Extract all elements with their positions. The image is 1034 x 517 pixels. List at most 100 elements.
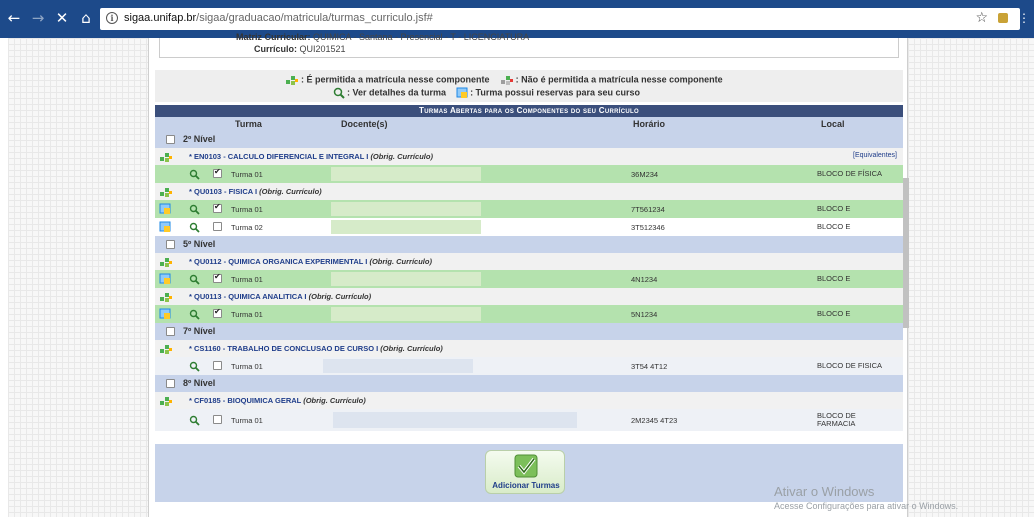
- header-horario: Horário: [633, 119, 666, 129]
- turma-horario: 5N1234: [631, 310, 658, 319]
- legend: : É permitida a matrícula nesse componen…: [155, 70, 903, 102]
- allowed-enroll-icon: [160, 153, 172, 162]
- turma-local: BLOCO E: [817, 222, 851, 231]
- allowed-enroll-icon: [160, 397, 172, 406]
- turma-local: BLOCO DE FARMACIA: [817, 411, 856, 428]
- equivalentes-link[interactable]: [Equivalentes]: [853, 152, 897, 159]
- turma-checkbox[interactable]: [213, 202, 222, 213]
- main-content: Matriz Curricular: QUIMICA - Santana - P…: [148, 32, 909, 517]
- curriculo-label: Currículo:: [254, 44, 298, 54]
- legend-allowed: : É permitida a matrícula nesse componen…: [301, 74, 490, 85]
- turma-checkbox[interactable]: [213, 361, 222, 370]
- view-details-icon[interactable]: [189, 361, 200, 372]
- extension-icon[interactable]: [998, 13, 1008, 23]
- level-label: 5º Nível: [183, 239, 216, 249]
- turma-row: Turma 01 5N1234 BLOCO E: [155, 305, 903, 323]
- home-icon[interactable]: ⌂: [78, 10, 94, 26]
- level-checkbox[interactable]: [166, 379, 175, 388]
- docente-redacted: [331, 272, 481, 286]
- browser-menu-icon[interactable]: ⋮: [1018, 11, 1030, 25]
- header-turma: Turma: [235, 119, 262, 129]
- allowed-enroll-icon: [286, 76, 298, 85]
- url-path: /sigaa/graduacao/matricula/turmas_curric…: [196, 12, 433, 24]
- level-checkbox[interactable]: [166, 135, 175, 144]
- turma-horario: 3T54 4T12: [631, 362, 668, 371]
- component-row: * EN0103 - CALCULO DIFERENCIAL E INTEGRA…: [155, 148, 903, 165]
- component-link[interactable]: * QU0103 - FISICA I (Obrig. Currículo): [189, 187, 322, 196]
- turma-checkbox[interactable]: [213, 222, 222, 231]
- curriculo-value: QUI201521: [299, 44, 346, 54]
- component-row: * QU0103 - FISICA I (Obrig. Currículo): [155, 183, 903, 200]
- matriz-label: Matriz Curricular:: [236, 32, 311, 42]
- component-row: * QU0113 - QUIMICA ANALITICA I (Obrig. C…: [155, 288, 903, 305]
- turma-name: Turma 01: [231, 362, 263, 371]
- turma-local: BLOCO DE FÍSICA: [817, 169, 883, 178]
- turma-row: Turma 02 3T512346 BLOCO E: [155, 218, 903, 236]
- add-turmas-label: Adicionar Turmas: [492, 481, 560, 490]
- turma-name: Turma 01: [231, 275, 263, 284]
- forward-icon[interactable]: →: [30, 10, 46, 26]
- turma-horario: 36M234: [631, 170, 659, 179]
- turma-checkbox[interactable]: [213, 307, 222, 318]
- docente-redacted: [331, 202, 481, 216]
- reserved-icon: [159, 221, 171, 232]
- add-turmas-button[interactable]: Adicionar Turmas: [485, 450, 565, 494]
- level-label: 7º Nível: [183, 326, 216, 336]
- header-docente: Docente(s): [341, 119, 388, 129]
- vertical-scrollbar[interactable]: [903, 178, 909, 328]
- back-icon[interactable]: ←: [6, 10, 22, 26]
- turma-horario: 4N1234: [631, 275, 658, 284]
- view-details-icon[interactable]: [189, 309, 200, 320]
- docente-redacted: [333, 412, 577, 428]
- docente-redacted: [323, 359, 473, 373]
- table-caption: Turmas Abertas para os Componentes do se…: [155, 105, 903, 117]
- allowed-enroll-icon: [160, 258, 172, 267]
- page-background: Matriz Curricular: QUIMICA - Santana - P…: [8, 32, 1034, 517]
- stop-icon[interactable]: ✕: [54, 10, 70, 26]
- url-text[interactable]: sigaa.unifap.br/sigaa/graduacao/matricul…: [124, 12, 433, 24]
- turma-row: Turma 01 3T54 4T12 BLOCO DE FISICA: [155, 357, 903, 375]
- matrix-info-box: Matriz Curricular: QUIMICA - Santana - P…: [159, 32, 899, 58]
- component-link[interactable]: * CS1160 - TRABALHO DE CONCLUSAO DE CURS…: [189, 344, 443, 353]
- view-details-icon[interactable]: [189, 415, 200, 426]
- turma-local: BLOCO DE FISICA: [817, 361, 883, 370]
- level-row: 8º Nível: [155, 375, 903, 392]
- allowed-enroll-icon: [160, 188, 172, 197]
- turma-checkbox[interactable]: [213, 415, 222, 424]
- address-bar[interactable]: i sigaa.unifap.br/sigaa/graduacao/matric…: [100, 8, 1020, 30]
- view-details-icon[interactable]: [189, 169, 200, 180]
- legend-not-allowed: : Não é permitida a matrícula nesse comp…: [515, 74, 723, 85]
- turma-row: Turma 01 2M2345 4T23 BLOCO DE FARMACIA: [155, 409, 903, 431]
- allowed-enroll-icon: [160, 293, 172, 302]
- site-info-icon[interactable]: i: [106, 12, 118, 24]
- component-link[interactable]: * QU0113 - QUIMICA ANALITICA I (Obrig. C…: [189, 292, 371, 301]
- turma-checkbox[interactable]: [213, 167, 222, 178]
- url-host: sigaa.unifap.br: [124, 12, 197, 24]
- turma-name: Turma 01: [231, 205, 263, 214]
- turma-checkbox[interactable]: [213, 272, 222, 283]
- level-row: 5º Nível: [155, 236, 903, 253]
- turmas-table: Turmas Abertas para os Componentes do se…: [155, 105, 903, 431]
- windows-activation-watermark: Ativar o Windows Acesse Configurações pa…: [774, 484, 958, 511]
- view-details-icon: [333, 87, 345, 99]
- reserved-icon: [159, 308, 171, 319]
- reserved-icon: [159, 273, 171, 284]
- level-checkbox[interactable]: [166, 240, 175, 249]
- component-link[interactable]: * EN0103 - CALCULO DIFERENCIAL E INTEGRA…: [189, 152, 433, 161]
- docente-redacted: [331, 307, 481, 321]
- view-details-icon[interactable]: [189, 274, 200, 285]
- watermark-subtitle: Acesse Configurações para ativar o Windo…: [774, 501, 959, 511]
- docente-redacted: [331, 220, 481, 234]
- view-details-icon[interactable]: [189, 204, 200, 215]
- docente-redacted: [331, 167, 481, 181]
- level-checkbox[interactable]: [166, 327, 175, 336]
- turma-row: Turma 01 7T561234 BLOCO E: [155, 200, 903, 218]
- view-details-icon[interactable]: [189, 222, 200, 233]
- component-link[interactable]: * CF0185 - BIOQUIMICA GERAL (Obrig. Curr…: [189, 396, 366, 405]
- component-link[interactable]: * QU0112 - QUIMICA ORGANICA EXPERIMENTAL…: [189, 257, 432, 266]
- turma-horario: 7T561234: [631, 205, 665, 214]
- bookmark-star-icon[interactable]: ☆: [975, 10, 988, 26]
- component-row: * QU0112 - QUIMICA ORGANICA EXPERIMENTAL…: [155, 253, 903, 270]
- component-row: * CS1160 - TRABALHO DE CONCLUSAO DE CURS…: [155, 340, 903, 357]
- checkmark-icon: [514, 454, 538, 478]
